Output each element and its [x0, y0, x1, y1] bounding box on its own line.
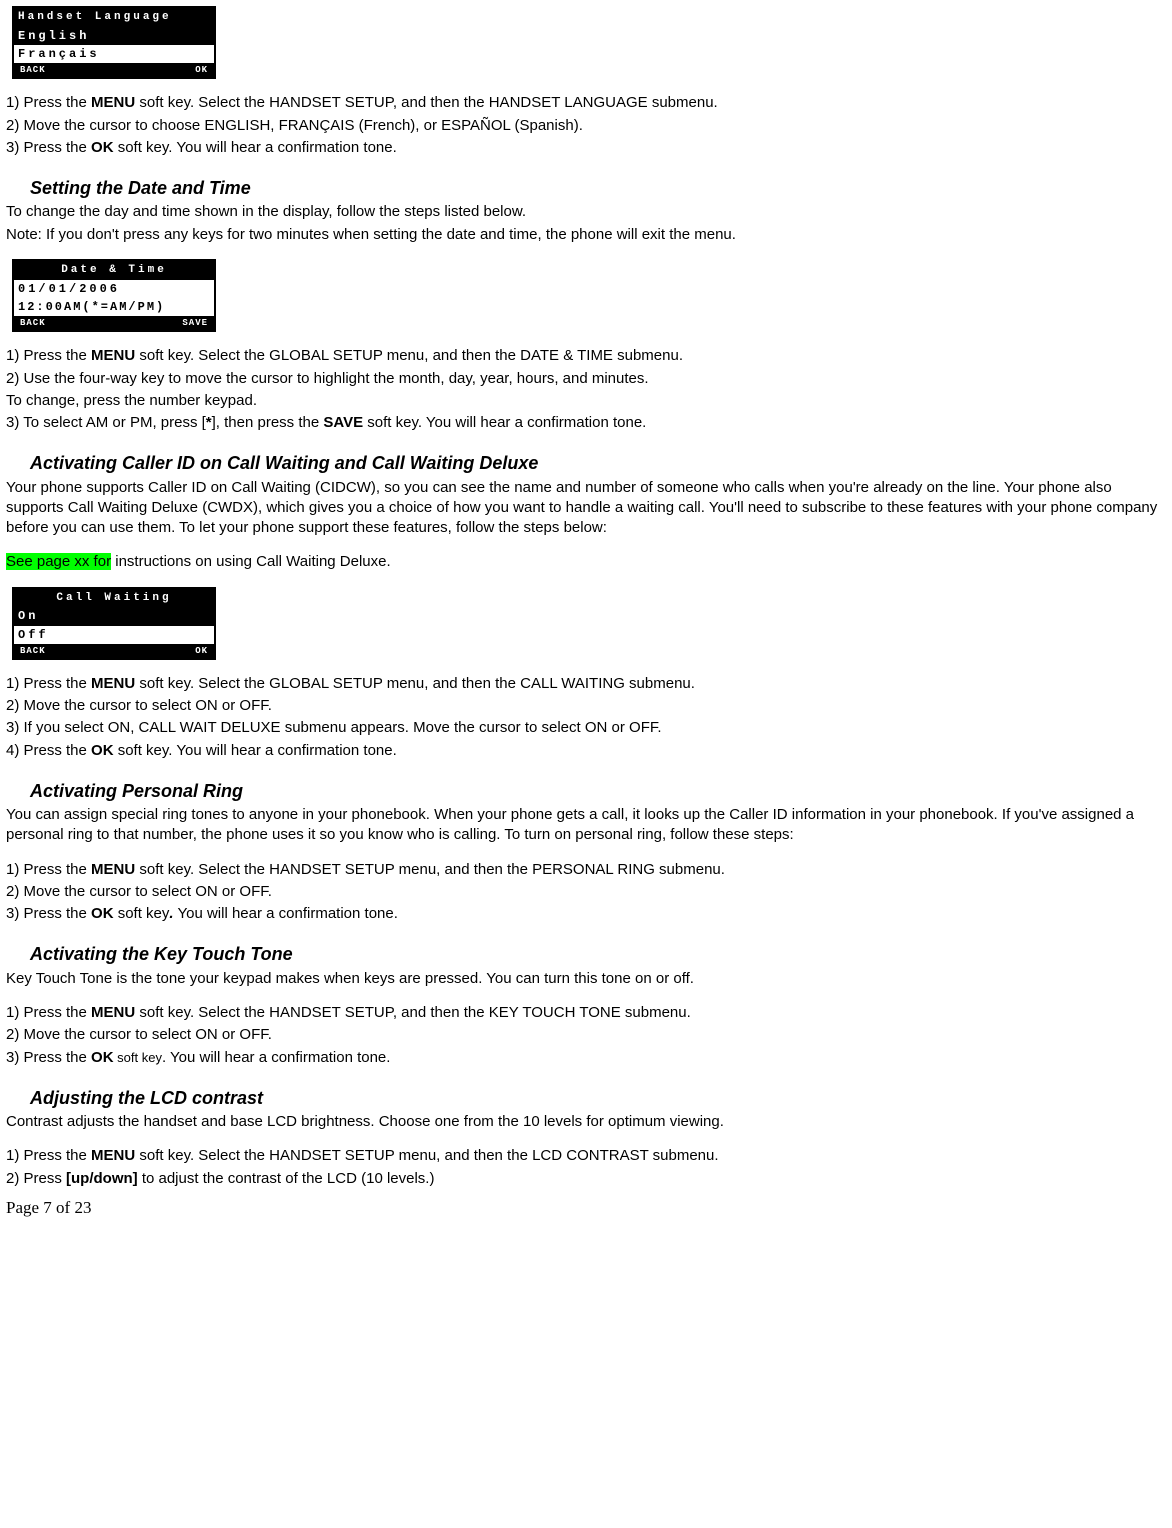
highlighted-text: See page xx for — [6, 553, 111, 570]
heading-date-time: Setting the Date and Time — [30, 176, 1166, 200]
datetime-step-3: 3) To select AM or PM, press [*], then p… — [6, 413, 1166, 433]
lang-step-2: 2) Move the cursor to choose ENGLISH, FR… — [6, 116, 1166, 136]
ring-step-3: 3) Press the OK soft key. You will hear … — [6, 904, 1166, 924]
tone-step-1: 1) Press the MENU soft key. Select the H… — [6, 1003, 1166, 1023]
heading-personal-ring: Activating Personal Ring — [30, 779, 1166, 803]
lang-step-1: 1) Press the MENU soft key. Select the H… — [6, 93, 1166, 113]
ring-step-1: 1) Press the MENU soft key. Select the H… — [6, 860, 1166, 880]
datetime-step-1: 1) Press the MENU soft key. Select the G… — [6, 346, 1166, 366]
lcd-softkeys: BACK SAVE — [14, 316, 214, 330]
tone-intro: Key Touch Tone is the tone your keypad m… — [6, 969, 1166, 989]
cw-step-3: 3) If you select ON, CALL WAIT DELUXE su… — [6, 718, 1166, 738]
cw-seepage: See page xx for instructions on using Ca… — [6, 552, 1166, 572]
ring-step-2: 2) Move the cursor to select ON or OFF. — [6, 882, 1166, 902]
lcd-title: Call Waiting — [14, 589, 214, 608]
lcd-option-francais: Français — [14, 45, 214, 63]
lcd-option-on: On — [14, 607, 214, 625]
heading-key-touch-tone: Activating the Key Touch Tone — [30, 942, 1166, 966]
lcd-title: Handset Language — [14, 8, 214, 27]
softkey-back: BACK — [14, 64, 114, 77]
cw-intro: Your phone supports Caller ID on Call Wa… — [6, 478, 1166, 539]
lcd-option-off: Off — [14, 626, 214, 644]
lcd-handset-language: Handset Language English Français BACK O… — [12, 6, 216, 79]
datetime-step-2: 2) Use the four-way key to move the curs… — [6, 369, 1166, 389]
softkey-save: SAVE — [114, 317, 214, 330]
datetime-intro-2: Note: If you don't press any keys for tw… — [6, 225, 1166, 245]
lcd-option-english: English — [14, 27, 214, 45]
heading-lcd-contrast: Adjusting the LCD contrast — [30, 1086, 1166, 1110]
lcd-date-row: 01/01/2006 — [14, 280, 214, 298]
cw-step-4: 4) Press the OK soft key. You will hear … — [6, 741, 1166, 761]
contrast-intro: Contrast adjusts the handset and base LC… — [6, 1112, 1166, 1132]
tone-step-3: 3) Press the OK soft key. You will hear … — [6, 1048, 1166, 1068]
datetime-intro-1: To change the day and time shown in the … — [6, 202, 1166, 222]
lang-step-3: 3) Press the OK soft key. You will hear … — [6, 138, 1166, 158]
lcd-date-time: Date & Time 01/01/2006 12:00AM(*=AM/PM) … — [12, 259, 216, 332]
cw-step-1: 1) Press the MENU soft key. Select the G… — [6, 674, 1166, 694]
lcd-softkeys: BACK OK — [14, 644, 214, 658]
heading-call-waiting: Activating Caller ID on Call Waiting and… — [30, 451, 1166, 475]
cw-step-2: 2) Move the cursor to select ON or OFF. — [6, 696, 1166, 716]
page-footer: Page 7 of 23 — [6, 1197, 1166, 1220]
contrast-step-2: 2) Press [up/down] to adjust the contras… — [6, 1169, 1166, 1189]
tone-step-2: 2) Move the cursor to select ON or OFF. — [6, 1025, 1166, 1045]
softkey-back: BACK — [14, 645, 114, 658]
lcd-time-row: 12:00AM(*=AM/PM) — [14, 298, 214, 316]
contrast-step-1: 1) Press the MENU soft key. Select the H… — [6, 1146, 1166, 1166]
lcd-title: Date & Time — [14, 261, 214, 280]
softkey-ok: OK — [114, 64, 214, 77]
datetime-step-2b: To change, press the number keypad. — [6, 391, 1166, 411]
softkey-back: BACK — [14, 317, 114, 330]
softkey-ok: OK — [114, 645, 214, 658]
lcd-call-waiting: Call Waiting On Off BACK OK — [12, 587, 216, 660]
lcd-softkeys: BACK OK — [14, 63, 214, 77]
ring-intro: You can assign special ring tones to any… — [6, 805, 1166, 846]
